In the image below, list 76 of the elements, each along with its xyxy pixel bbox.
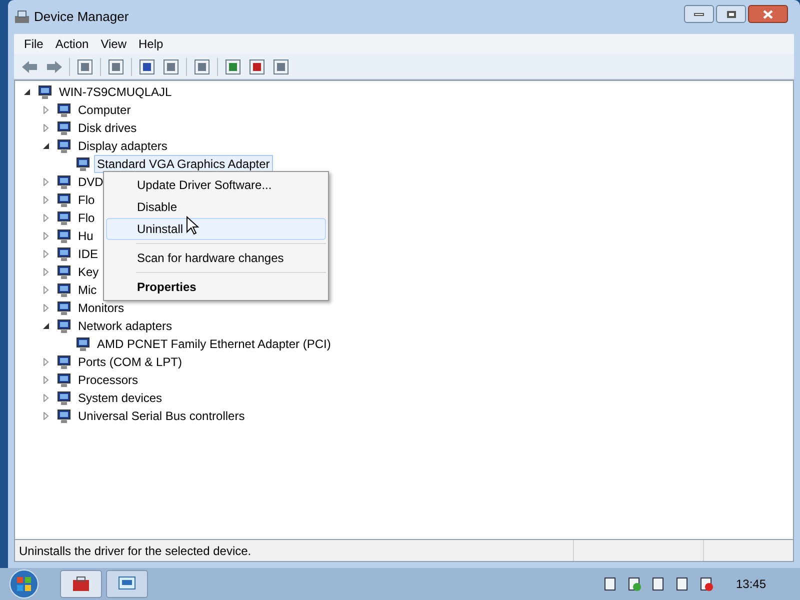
tree-item[interactable]: WIN-7S9CMUQLAJL	[56, 83, 175, 101]
device-icon	[56, 318, 72, 334]
tree-item[interactable]: AMD PCNET Family Ethernet Adapter (PCI)	[94, 335, 334, 353]
maximize-button[interactable]	[716, 5, 746, 23]
expand-arrow-icon[interactable]	[42, 124, 50, 132]
device-icon	[56, 300, 72, 316]
context-menu-item[interactable]: Properties	[106, 276, 326, 298]
collapse-arrow-icon[interactable]	[23, 88, 31, 96]
taskbar-button[interactable]	[60, 570, 102, 598]
expand-arrow-icon[interactable]	[42, 304, 50, 312]
device-manager-icon	[14, 9, 30, 25]
device-icon	[56, 282, 72, 298]
device-icon	[75, 336, 91, 352]
expand-arrow-icon[interactable]	[42, 412, 50, 420]
tree-item[interactable]: Ports (COM & LPT)	[75, 353, 186, 371]
device-icon	[56, 102, 72, 118]
tree-item[interactable]: Monitors	[75, 299, 128, 317]
device-icon	[56, 138, 72, 154]
context-menu-item[interactable]: Uninstall	[106, 218, 326, 240]
tree-item[interactable]: IDE	[75, 245, 102, 263]
tree-item[interactable]: Flo	[75, 191, 98, 209]
device-icon	[56, 174, 72, 190]
device-icon	[56, 408, 72, 424]
device-icon	[56, 246, 72, 262]
status-text: Uninstalls the driver for the selected device.	[18, 542, 252, 560]
close-button[interactable]	[748, 5, 788, 23]
tree-item[interactable]: System devices	[75, 389, 166, 407]
window-title: Device Manager	[34, 8, 129, 26]
tree-item[interactable]: DVD	[75, 173, 106, 191]
device-icon	[56, 372, 72, 388]
tree-item[interactable]: Computer	[75, 101, 134, 119]
collapse-arrow-icon[interactable]	[42, 322, 50, 330]
close-icon	[763, 10, 773, 18]
mouse-cursor-icon	[186, 216, 199, 235]
expand-arrow-icon[interactable]	[42, 376, 50, 384]
device-icon	[56, 228, 72, 244]
expand-arrow-icon[interactable]	[42, 268, 50, 276]
device-icon	[56, 120, 72, 136]
expand-arrow-icon[interactable]	[42, 196, 50, 204]
expand-arrow-icon[interactable]	[42, 394, 50, 402]
expand-arrow-icon[interactable]	[42, 178, 50, 186]
expand-arrow-icon[interactable]	[42, 106, 50, 114]
context-menu-item[interactable]: Scan for hardware changes	[106, 247, 326, 269]
expand-arrow-icon[interactable]	[42, 358, 50, 366]
tree-item[interactable]: Hu	[75, 227, 96, 245]
device-icon	[56, 210, 72, 226]
context-menu-item[interactable]: Disable	[106, 196, 326, 218]
tree-item[interactable]: Network adapters	[75, 317, 176, 335]
expand-arrow-icon[interactable]	[42, 286, 50, 294]
tree-item[interactable]: Universal Serial Bus controllers	[75, 407, 248, 425]
taskbar-button[interactable]	[106, 570, 148, 598]
device-icon	[56, 354, 72, 370]
tree-item[interactable]: Mic	[75, 281, 100, 299]
toolbox-icon	[71, 576, 91, 592]
menu-item[interactable]: Action	[51, 35, 93, 53]
menu-item[interactable]: File	[20, 35, 48, 53]
expand-arrow-icon[interactable]	[42, 250, 50, 258]
tree-item[interactable]: Flo	[75, 209, 98, 227]
expand-arrow-icon[interactable]	[42, 214, 50, 222]
device-icon	[56, 390, 72, 406]
window-icon	[118, 576, 136, 592]
menu-item[interactable]: Help	[134, 35, 168, 53]
collapse-arrow-icon[interactable]	[42, 142, 50, 150]
tree-item[interactable]: Key	[75, 263, 102, 281]
menu-item[interactable]: View	[96, 35, 130, 53]
device-icon	[37, 84, 53, 100]
device-icon	[75, 156, 91, 172]
minimize-button[interactable]	[684, 5, 714, 23]
tree-item[interactable]: Disk drives	[75, 119, 140, 137]
tree-item[interactable]: Display adapters	[75, 137, 170, 155]
expand-arrow-icon[interactable]	[42, 232, 50, 240]
tree-item[interactable]: Processors	[75, 371, 142, 389]
context-menu-item[interactable]: Update Driver Software...	[106, 174, 326, 196]
clock[interactable]: 13:45	[736, 575, 766, 593]
device-icon	[56, 264, 72, 280]
device-icon	[56, 192, 72, 208]
